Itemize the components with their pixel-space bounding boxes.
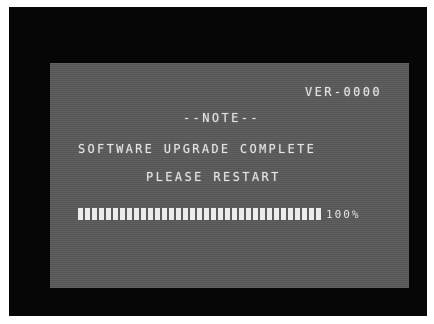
restart-message: PLEASE RESTART	[146, 170, 281, 184]
progress-bar	[78, 208, 323, 220]
display-bezel: VER-0000 --NOTE-- SOFTWARE UPGRADE COMPL…	[9, 7, 427, 316]
progress-percent-label: 100%	[326, 207, 361, 221]
version-label: VER-0000	[305, 85, 382, 99]
osd-screen: VER-0000 --NOTE-- SOFTWARE UPGRADE COMPL…	[50, 63, 409, 288]
upgrade-complete-message: SOFTWARE UPGRADE COMPLETE	[78, 142, 317, 156]
progress-indicator: 100%	[78, 207, 361, 221]
note-title: --NOTE--	[183, 111, 260, 125]
